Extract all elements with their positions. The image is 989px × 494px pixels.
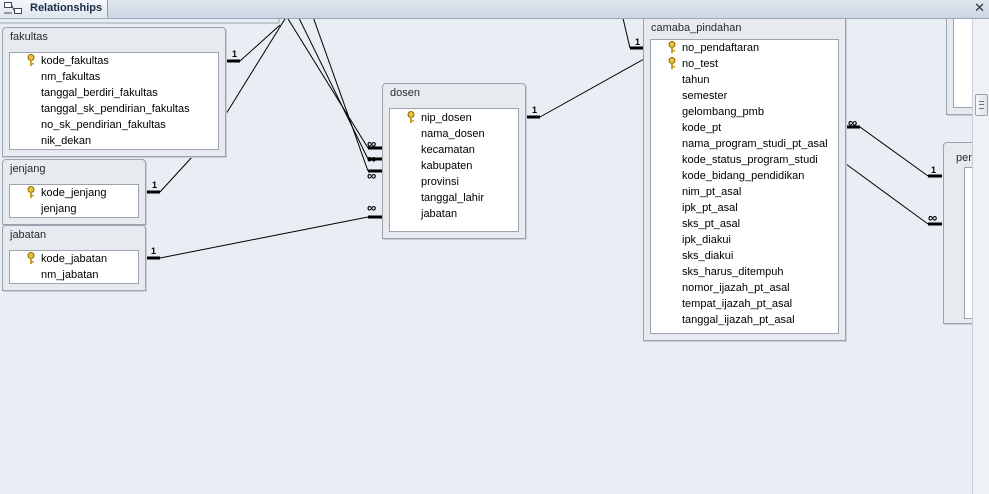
table-jenjang[interactable]: jenjang kode_jenjang jenjang [2,159,146,225]
one-label: 1 [151,246,157,256]
one-label: 1 [152,180,158,190]
primary-key-icon [668,41,676,53]
table-partial-top-right[interactable] [946,19,973,115]
one-label: 1 [532,105,538,115]
table-title: pen [956,152,973,164]
table-title: camaba_pindahan [651,22,742,34]
primary-key-icon [27,186,35,198]
table-jabatan[interactable]: jabatan kode_jabatan nm_jabatan [2,225,146,291]
field-list[interactable]: nip_dosen nama_dosen kecamatan kabupaten… [389,108,519,232]
field-list[interactable] [953,19,973,108]
document-tab-bar: Relationships ✕ [0,0,989,19]
vertical-scrollbar[interactable] [972,19,989,494]
primary-key-icon [407,111,415,123]
relationships-canvas[interactable]: 1 1 1 1 1 1 ∞ ∞ ∞ ∞ ∞ ∞ fakultas kode_fa… [0,19,973,494]
many-label: ∞ [367,168,376,183]
one-label: 1 [931,165,937,175]
primary-key-icon [27,252,35,264]
table-title: jabatan [10,229,47,241]
one-label: 1 [635,37,641,47]
tab-label: Relationships [30,2,103,14]
close-icon[interactable]: ✕ [974,0,985,16]
tab-relationships[interactable]: Relationships [0,0,108,18]
table-title: jenjang [10,163,46,175]
table-camaba-pindahan[interactable]: camaba_pindahan no_pendaftaran no_test t… [643,19,846,341]
many-label: ∞ [367,151,376,166]
field-list[interactable]: no_pendaftaran no_test tahun semester ge… [650,39,839,334]
table-title: dosen [390,87,420,99]
relationships-icon [4,2,22,14]
table-title: fakultas [10,31,48,43]
many-label: ∞ [848,115,857,130]
table-fakultas[interactable]: fakultas kode_fakultas nm_fakultas tangg… [2,27,226,157]
many-label: ∞ [367,200,376,215]
field-list[interactable]: kode_jenjang jenjang [9,184,139,218]
many-label: ∞ [928,210,937,225]
field-list[interactable]: kode_jabatan nm_jabatan [9,250,139,284]
many-label: ∞ [367,136,376,151]
field-list[interactable]: kode_fakultas nm_fakultas tanggal_berdir… [9,52,219,150]
primary-key-icon [668,57,676,69]
table-dosen[interactable]: dosen nip_dosen nama_dosen kecamatan kab… [382,83,526,239]
primary-key-icon [27,54,35,66]
one-label: 1 [232,49,238,59]
scrollbar-thumb[interactable] [975,94,988,116]
table-partial-right[interactable]: pen [943,142,973,324]
